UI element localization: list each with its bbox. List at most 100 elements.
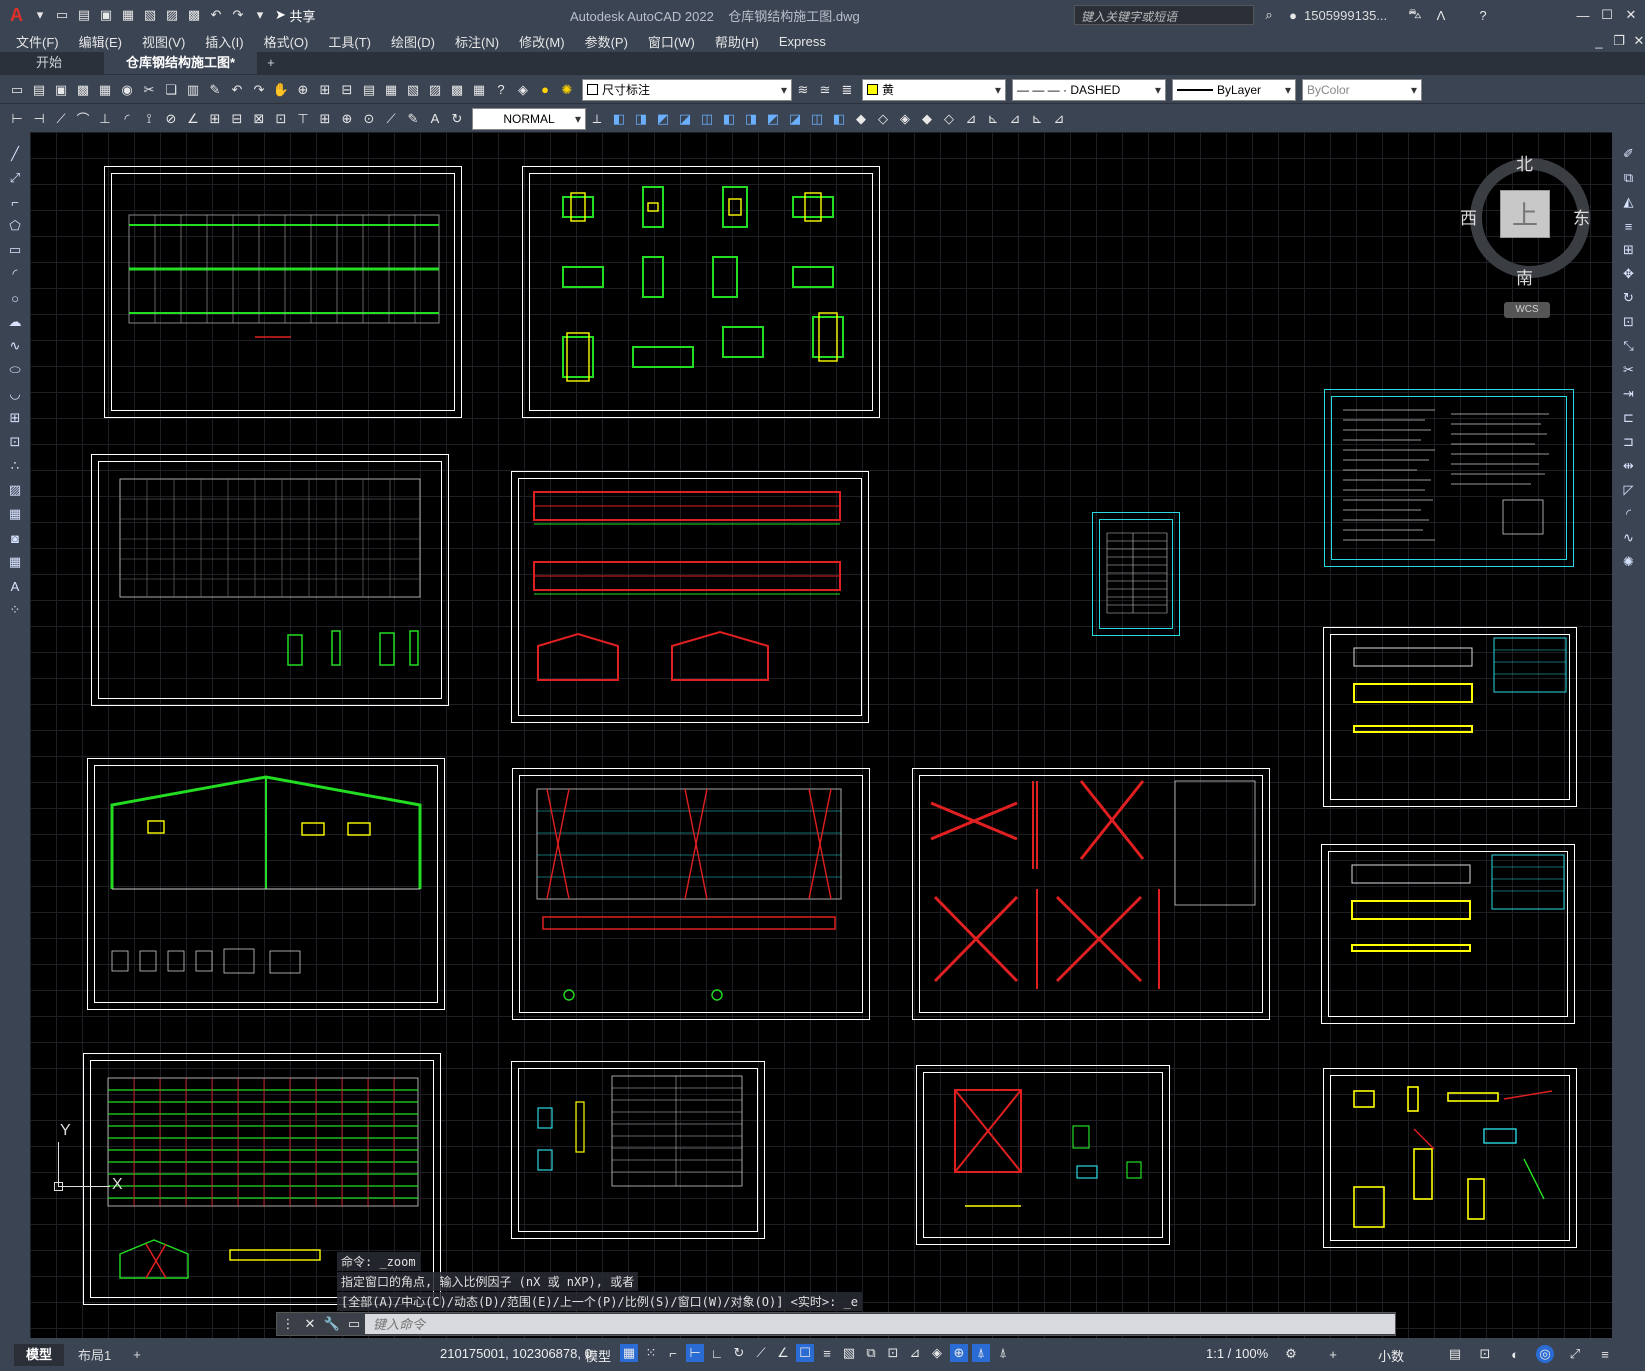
model-space-button[interactable]: 模型 [585,1346,611,1365]
continue-icon[interactable]: ⊠ [250,110,268,128]
menu-express[interactable]: Express [779,34,826,49]
grid-icon[interactable]: ▦ [620,1344,638,1362]
region-icon[interactable]: ◙ [4,528,26,548]
break-at-point-icon[interactable]: ⊏ [1618,408,1640,428]
visual-style-manager-icon[interactable]: ◇ [940,110,958,128]
drawing-sheet-bracing-plan[interactable] [512,768,870,1020]
blend-curves-icon[interactable]: ∿ [1618,528,1640,548]
menu-help[interactable]: 帮助(H) [715,32,759,51]
infer-constraints-icon[interactable]: ⌐ [664,1344,682,1362]
linear-dimension-icon[interactable]: ⊣ [30,110,48,128]
share-button[interactable]: ➤ 共享 [275,6,316,25]
publish-icon[interactable]: ◉ [118,81,136,99]
open-web-icon[interactable]: ▧ [141,6,159,24]
maximize-icon[interactable]: ☐ [1598,6,1616,24]
fillet-icon[interactable]: ◜ [1618,504,1640,524]
color-dropdown[interactable]: 黄 [862,78,1006,101]
layer-freeze-icon[interactable]: ✺ [558,81,576,99]
undo-icon[interactable]: ↶ [228,81,246,99]
make-block-icon[interactable]: ⊡ [4,432,26,452]
drawing-sheet-node-details[interactable] [1323,1068,1577,1248]
center-mark-icon[interactable]: ⊕ [338,110,356,128]
lock-ui-icon[interactable]: ⊡ [1476,1345,1494,1363]
move-icon[interactable]: ✥ [1618,264,1640,284]
point-icon[interactable]: ∴ [4,456,26,476]
new-file-icon[interactable]: ▭ [53,6,71,24]
drawing-sheet-roof-plan[interactable] [104,166,462,418]
app-menu-chevron-icon[interactable]: ▾ [31,6,49,24]
lineweight-dropdown[interactable]: ByLayer [1172,78,1296,101]
explode-icon[interactable]: ✺ [1618,552,1640,572]
isodraft-icon[interactable]: ⟋ [752,1344,770,1362]
revision-cloud-icon[interactable]: ☁ [4,312,26,332]
close-icon[interactable]: ✕ [1622,6,1640,24]
undo-icon[interactable]: ↶ [207,6,225,24]
dimstyle-dropdown[interactable]: NORMAL [472,107,586,130]
search-icon[interactable]: ⌕ [1260,6,1278,24]
add-selected-icon[interactable]: ⁘ [4,600,26,620]
polygon-icon[interactable]: ⬠ [4,216,26,236]
offset-icon[interactable]: ≡ [1618,216,1640,236]
arc-length-icon[interactable]: ⌒ [74,110,92,128]
view-front-icon[interactable]: ◨ [632,110,650,128]
minimize-icon[interactable]: — [1574,6,1592,24]
save-web-icon[interactable]: ▨ [163,6,181,24]
line-icon[interactable]: ╱ [4,144,26,164]
tool-palettes-icon[interactable]: ▧ [404,81,422,99]
array-icon[interactable]: ⊞ [1618,240,1640,260]
menu-file[interactable]: 文件(F) [16,32,59,51]
command-line-close-icon[interactable]: ✕ [301,1315,319,1333]
menu-tools[interactable]: 工具(T) [328,32,371,51]
arc-icon[interactable]: ◜ [4,264,26,284]
view-left-icon[interactable]: ◪ [676,110,694,128]
compass-north[interactable]: 北 [1516,150,1533,175]
insert-block-icon[interactable]: ⊞ [4,408,26,428]
tab-add-layout[interactable]: + [125,1347,149,1362]
polyline-icon[interactable]: ⌐ [4,192,26,212]
radius-icon[interactable]: ◜ [118,110,136,128]
3d-osnap-icon[interactable]: ⊡ [884,1344,902,1362]
drawing-sheet-drawing-list[interactable] [1092,512,1180,636]
quick-dimension-icon[interactable]: ⊢ [8,110,26,128]
layer-properties-icon[interactable]: ◈ [514,81,532,99]
dimension-update-icon[interactable]: ↻ [448,110,466,128]
quick-access-more-icon[interactable]: ▾ [251,6,269,24]
help-icon[interactable]: ? [1474,6,1492,24]
layer-previous-icon[interactable]: ≊ [816,81,834,99]
tolerance-icon[interactable]: ⊞ [316,110,334,128]
qnew-icon[interactable]: ▭ [8,81,26,99]
compass-east[interactable]: 东 [1573,204,1590,229]
polar-icon[interactable]: ↻ [730,1344,748,1362]
ucs-object-icon[interactable]: ⊿ [1050,110,1068,128]
plot-icon[interactable]: ▩ [185,6,203,24]
dynamic-ucs-icon[interactable]: ⊿ [906,1344,924,1362]
object-snap-tracking-icon[interactable]: ∠ [774,1344,792,1362]
pan-icon[interactable]: ✋ [272,81,290,99]
quick-properties-icon[interactable]: ▤ [1446,1345,1464,1363]
view-bottom-icon[interactable]: ◨ [742,110,760,128]
lineweight-icon[interactable]: ≡ [818,1344,836,1362]
tab-model[interactable]: 模型 [14,1343,65,1366]
view-iso-se-icon[interactable]: ◪ [786,110,804,128]
menu-parametric[interactable]: 参数(P) [585,32,628,51]
zoom-realtime-icon[interactable]: ⊕ [294,81,312,99]
selection-cycling-icon[interactable]: ⧉ [862,1344,880,1362]
command-line-customize-icon[interactable]: 🔧 [323,1315,341,1333]
make-current-layer-icon[interactable]: ≋ [794,81,812,99]
dimension-break-icon[interactable]: ⊤ [294,110,312,128]
jogged-icon[interactable]: ⟟ [140,110,158,128]
visual-style-real-icon[interactable]: ◈ [896,110,914,128]
circle-icon[interactable]: ○ [4,288,26,308]
ordinate-icon[interactable]: ⊥ [96,110,114,128]
trim-icon[interactable]: ✂ [1618,360,1640,380]
join-icon[interactable]: ⇹ [1618,456,1640,476]
hatch-icon[interactable]: ▨ [4,480,26,500]
tab-layout1[interactable]: 布局1 [64,1345,125,1364]
clean-screen-icon[interactable]: ⤢ [1566,1345,1584,1363]
units-dropdown[interactable]: 小数 [1378,1346,1404,1365]
scale-icon[interactable]: ⊡ [1618,312,1640,332]
doc-restore-icon[interactable]: ❐ [1610,32,1628,50]
view-right-icon[interactable]: ◫ [698,110,716,128]
menu-window[interactable]: 窗口(W) [648,32,695,51]
user-name[interactable]: 1505999135... [1304,8,1387,23]
